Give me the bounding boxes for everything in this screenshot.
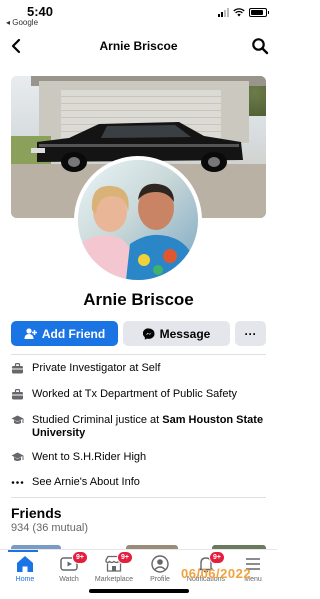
nav-label: Marketplace — [94, 576, 134, 583]
detail-education-highschool: Went to S.H.Rider High — [11, 451, 269, 464]
see-about-info-link[interactable]: See Arnie's About Info — [11, 476, 269, 489]
home-icon — [17, 556, 33, 572]
messenger-icon — [142, 327, 155, 340]
divider — [11, 497, 266, 498]
detail-text: Worked at Tx Department of Public Safety — [32, 388, 238, 400]
profile-icon — [151, 555, 169, 573]
back-to-google-link[interactable]: ◂ Google — [6, 18, 38, 27]
detail-text: See Arnie's About Info — [32, 476, 140, 488]
nav-label: Home — [15, 576, 35, 583]
more-options-button[interactable]: ··· — [235, 321, 266, 346]
page-title: Arnie Briscoe — [99, 39, 178, 53]
marketplace-badge: 9+ — [117, 551, 133, 564]
detail-text: Studied Criminal justice at — [32, 414, 163, 426]
detail-work-current: Private Investigator at Self — [11, 362, 269, 375]
avatar-photo — [78, 183, 198, 280]
briefcase-icon — [12, 389, 23, 400]
divider — [11, 354, 266, 355]
watch-badge: 9+ — [72, 551, 88, 564]
nav-label: Profile — [150, 576, 170, 583]
nav-label: Watch — [59, 576, 79, 583]
add-friend-button[interactable]: Add Friend — [11, 321, 118, 346]
ellipsis-icon — [11, 481, 24, 484]
notifications-badge: 9+ — [209, 551, 225, 564]
message-button[interactable]: Message — [123, 321, 230, 346]
nav-profile[interactable]: Profile — [135, 554, 185, 583]
profile-name: Arnie Briscoe — [83, 290, 194, 309]
battery-level — [251, 10, 263, 15]
home-indicator[interactable] — [89, 589, 189, 593]
nav-home[interactable]: Home — [0, 554, 50, 583]
detail-text: Went to S.H.Rider High — [32, 451, 147, 463]
message-label: Message — [159, 326, 211, 341]
detail-work-past: Worked at Tx Department of Public Safety — [11, 388, 269, 401]
detail-text: Private Investigator at Self — [32, 362, 161, 374]
status-time: 5:40 — [27, 4, 54, 19]
nav-watch[interactable]: 9+ Watch — [44, 551, 94, 583]
friends-count[interactable]: 934 (36 mutual) — [11, 522, 88, 534]
profile-picture[interactable] — [74, 156, 202, 284]
battery-icon — [249, 8, 269, 17]
date-stamp-overlay: 06/06/2022 — [181, 566, 252, 581]
status-bar: 5:40 ◂ Google — [0, 0, 277, 30]
marketplace-icon-wrap: 9+ — [103, 551, 133, 574]
nav-marketplace[interactable]: 9+ Marketplace — [89, 551, 139, 583]
status-icons — [218, 8, 269, 17]
graduation-cap-icon — [11, 415, 24, 424]
top-header: Arnie Briscoe — [0, 34, 277, 60]
detail-education-college: Studied Criminal justice at Sam Houston … — [11, 414, 269, 440]
active-tab-indicator — [8, 550, 38, 552]
add-friend-label: Add Friend — [41, 326, 106, 341]
search-icon[interactable] — [251, 37, 269, 55]
cellular-signal-icon — [218, 8, 229, 17]
add-friend-icon — [24, 328, 37, 339]
watch-icon-wrap: 9+ — [58, 551, 88, 574]
friends-title: Friends — [11, 505, 62, 521]
more-options-icon: ··· — [244, 326, 257, 341]
graduation-cap-icon — [11, 452, 24, 461]
briefcase-icon — [12, 363, 23, 374]
wifi-icon — [233, 8, 245, 17]
